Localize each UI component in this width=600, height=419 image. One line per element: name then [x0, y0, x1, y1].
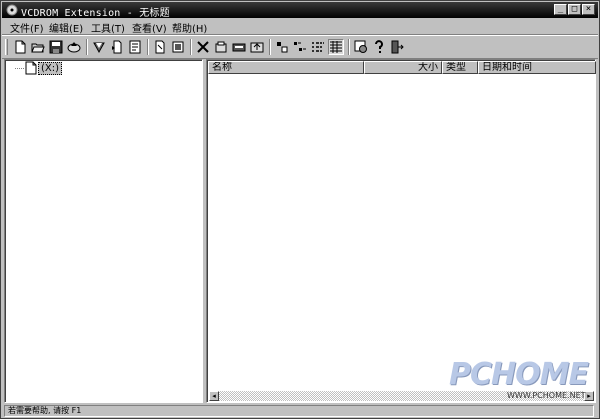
status-bar: 若需要帮助, 请按 F1: [2, 404, 598, 418]
details-view-icon[interactable]: [328, 39, 344, 55]
properties-icon[interactable]: [127, 39, 143, 55]
copy-icon[interactable]: [152, 39, 168, 55]
new-icon[interactable]: [12, 39, 28, 55]
watermark-url: WWW.PCHOME.NET: [507, 391, 586, 400]
new-folder-icon[interactable]: [213, 39, 229, 55]
app-window: VCDROM Extension - 无标题 _ □ × 文件(F) 编辑(E)…: [0, 0, 600, 419]
menu-tools[interactable]: 工具(T): [91, 20, 125, 35]
toolbar-separator: [86, 39, 88, 55]
folder-tree-pane[interactable]: (X:): [4, 59, 203, 403]
watermark-brand: PCHOME: [449, 357, 589, 392]
file-list-pane[interactable]: 名称 大小 类型 日期和时间 ◂ ▸: [206, 59, 596, 403]
menu-help[interactable]: 帮助(H): [172, 20, 207, 35]
toolbar: [2, 35, 598, 59]
toolbar-grip[interactable]: [5, 39, 8, 55]
menu-edit[interactable]: 编辑(E): [49, 20, 83, 35]
eject-disc-icon[interactable]: [66, 39, 82, 55]
watermark: PCHOME WWW.PCHOME.NET: [449, 357, 589, 403]
window-title: VCDROM Extension - 无标题: [21, 8, 170, 19]
help-icon[interactable]: [371, 39, 387, 55]
file-list: 名称 大小 类型 日期和时间 ◂ ▸: [207, 60, 596, 402]
maximize-button[interactable]: □: [568, 4, 581, 15]
menu-file[interactable]: 文件(F): [10, 20, 44, 35]
cut-file-icon[interactable]: [170, 39, 186, 55]
toolbar-separator: [269, 39, 271, 55]
burn-icon[interactable]: [91, 39, 107, 55]
tree-root-label[interactable]: (X:): [38, 62, 63, 75]
up-folder-icon[interactable]: [249, 39, 265, 55]
settings-icon[interactable]: [353, 39, 369, 55]
list-view-icon[interactable]: [310, 39, 326, 55]
title-bar[interactable]: VCDROM Extension - 无标题 _ □ ×: [2, 2, 598, 19]
column-datetime[interactable]: 日期和时间: [478, 61, 596, 74]
large-icons-icon[interactable]: [274, 39, 290, 55]
toolbar-separator: [190, 39, 192, 55]
close-button[interactable]: ×: [582, 4, 595, 15]
app-icon: [6, 4, 18, 16]
small-icons-icon[interactable]: [292, 39, 308, 55]
save-icon[interactable]: [48, 39, 64, 55]
status-text: 若需要帮助, 请按 F1: [4, 405, 594, 417]
exit-icon[interactable]: [389, 39, 405, 55]
toolbar-separator: [348, 39, 350, 55]
menu-bar: 文件(F) 编辑(E) 工具(T) 查看(V) 帮助(H): [2, 19, 598, 35]
tree-connector: [15, 68, 25, 69]
menu-view[interactable]: 查看(V): [132, 20, 167, 35]
toolbar-separator: [147, 39, 149, 55]
folder-tree: (X:): [5, 60, 202, 402]
drive-icon[interactable]: [231, 39, 247, 55]
minimize-button[interactable]: _: [554, 4, 567, 15]
cd-drive-icon[interactable]: [25, 61, 37, 75]
scroll-left-button[interactable]: ◂: [209, 391, 219, 401]
column-type[interactable]: 类型: [442, 61, 478, 74]
column-size[interactable]: 大小: [364, 61, 442, 74]
delete-icon[interactable]: [195, 39, 211, 55]
open-folder-icon[interactable]: [30, 39, 46, 55]
add-file-icon[interactable]: [109, 39, 125, 55]
column-name[interactable]: 名称: [208, 61, 364, 74]
